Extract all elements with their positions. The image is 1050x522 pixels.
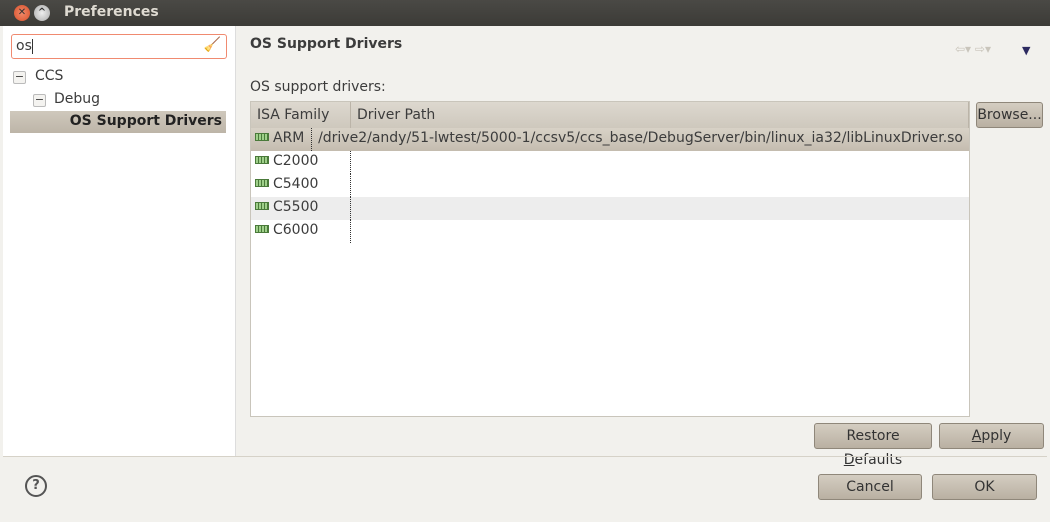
nav-history: ⇦▾ ⇨▾ [955,42,991,56]
collapse-icon[interactable]: − [33,94,46,107]
page-title: OS Support Drivers [250,36,403,52]
tree-item-label: CCS [35,68,64,84]
apply-button[interactable]: Apply [939,423,1044,449]
view-menu-icon[interactable]: ▼ [1022,44,1030,57]
isa-family: ARM [273,130,305,146]
column-header-isa-family[interactable]: ISA Family [251,102,351,128]
driver-path[interactable] [351,197,363,220]
table-row[interactable]: C2000 [251,151,969,174]
clear-filter-icon[interactable]: 🧹 [204,37,221,53]
filter-input-value: os [16,38,32,54]
driver-path[interactable] [351,174,363,197]
tree-item-debug[interactable]: − Debug [30,91,210,111]
divider [3,456,1047,457]
driver-path[interactable] [351,151,363,174]
close-window-button[interactable]: ✕ [14,5,30,21]
window-title: Preferences [64,4,159,20]
mnemonic: A [971,428,982,444]
chip-icon [255,179,269,187]
chip-icon [255,225,269,233]
maximize-window-button[interactable]: ^ [34,5,50,21]
browse-button[interactable]: Browse... [976,102,1043,128]
cancel-button[interactable]: Cancel [818,474,922,500]
section-label: OS support drivers: [250,79,386,95]
table-row[interactable]: C6000 [251,220,969,243]
table-row[interactable]: C5400 [251,174,969,197]
preferences-sidebar: os 🧹 − CCS − Debug OS Support Drivers [3,26,236,456]
chip-icon [255,133,269,141]
restore-defaults-button[interactable]: Restore Defaults [814,423,932,468]
label: Restore [846,428,900,444]
column-header-driver-path[interactable]: Driver Path [351,102,969,128]
tree-item-os-support-drivers[interactable]: OS Support Drivers [10,111,226,133]
title-bar: ✕ ^ Preferences [0,0,1050,26]
ok-button[interactable]: OK [932,474,1037,500]
forward-icon[interactable]: ⇨▾ [975,42,991,56]
isa-family: C5500 [273,199,319,215]
chip-icon [255,156,269,164]
label: pply [981,428,1012,444]
driver-path[interactable]: /drive2/andy/51-lwtest/5000-1/ccsv5/ccs_… [312,128,969,151]
table-row[interactable]: C5500 [251,197,969,220]
help-icon[interactable]: ? [25,475,47,497]
tree-item-label: Debug [54,91,101,107]
label: efaults [854,452,903,468]
tree-item-ccs[interactable]: − CCS [10,68,210,88]
collapse-icon[interactable]: − [13,71,26,84]
isa-family: C6000 [273,222,319,238]
chip-icon [255,202,269,210]
table-row[interactable]: ARM/drive2/andy/51-lwtest/5000-1/ccsv5/c… [251,128,969,151]
isa-family: C5400 [273,176,319,192]
drivers-table: ISA Family Driver Path ARM/drive2/andy/5… [250,101,970,417]
mnemonic: D [843,452,855,468]
back-icon[interactable]: ⇦▾ [955,42,971,56]
filter-input[interactable]: os 🧹 [11,34,227,59]
isa-family: C2000 [273,153,319,169]
driver-path[interactable] [351,220,363,243]
